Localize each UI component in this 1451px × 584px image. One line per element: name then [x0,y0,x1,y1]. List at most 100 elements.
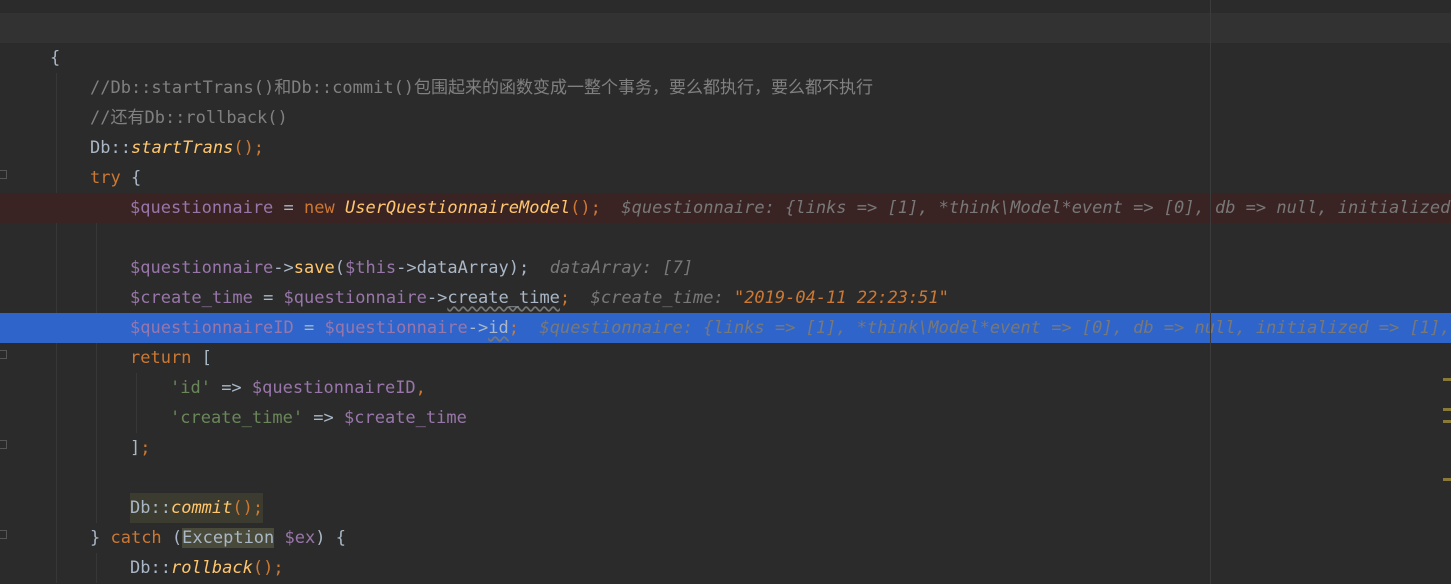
code-line[interactable]: $create_time = $questionnaire->create_ti… [0,283,1451,313]
code-line[interactable]: 'create_time' => $create_time [0,403,1451,433]
code-line-execution-point[interactable]: $questionnaireID = $questionnaire->id; $… [0,313,1451,343]
indent-guide [56,433,57,463]
variable: $this [344,258,397,278]
keyword: return [130,348,192,368]
variable: $create_time [344,408,467,428]
indent-guide [96,403,97,433]
punctuation: ) { [315,528,346,548]
code-line[interactable] [0,223,1451,253]
variable: $ex [284,528,316,548]
indent-guide [96,463,97,493]
variable: $questionnaire [283,288,427,308]
indent-guide [56,373,57,403]
code-editor[interactable]: private function createQuestionnaire() {… [0,0,1451,584]
punctuation: } [90,528,111,548]
code-line[interactable]: { [0,43,1451,73]
static-method: commit [170,498,233,518]
indent-guide [56,463,57,493]
indent-guide [96,553,97,583]
punctuation: :: [150,498,171,518]
punctuation: ; [508,318,519,338]
debug-inline-value: $questionnaire: {links => [1], *think\Mo… [539,318,1451,338]
indent-guide [96,253,97,283]
punctuation: ; [140,438,151,458]
indent-guide [96,493,97,523]
indent-guide [96,283,97,313]
debug-inline-value: "2019-04-11 22:23:51" [733,288,949,308]
keyword: new [304,198,335,218]
keyword: catch [110,528,162,548]
indent-guide [56,103,57,133]
indent-guide [56,403,57,433]
debug-inline-value: $questionnaire: {links => [1], *think\Mo… [621,198,1451,218]
class-name: Db [130,558,151,578]
code-line[interactable] [0,463,1451,493]
punctuation: (); [570,198,601,218]
indent-guide [56,73,57,103]
code-line[interactable]: Db::startTrans(); [0,133,1451,163]
variable: $questionnaireID [130,318,294,338]
variable: $questionnaire [130,198,274,218]
code-line[interactable]: return [ [0,343,1451,373]
variable: $questionnaire [324,318,468,338]
punctuation: :: [150,558,171,578]
code-line-breakpoint[interactable]: $questionnaire = new UserQuestionnaireMo… [0,193,1451,223]
punctuation: ( [161,528,183,548]
comment: //Db::startTrans()和Db::commit()包围起来的函数变成… [90,78,874,98]
comment: //还有Db::rollback() [90,108,288,128]
code-line[interactable]: Db::rollback(); [0,553,1451,583]
property: create_time [447,288,560,308]
punctuation: (); [233,138,265,158]
debug-inline-label: $create_time: [590,288,734,308]
code-line[interactable]: } catch (Exception $ex) { [0,523,1451,553]
indent-guide [136,373,137,403]
property: dataArray [416,258,509,278]
code-line[interactable]: //还有Db::rollback() [0,103,1451,133]
indent-guide [96,373,97,403]
code-line[interactable]: private function createQuestionnaire() [0,13,1451,43]
class-name: UserQuestionnaireModel [344,198,571,218]
indent-guide [56,523,57,553]
keyword: try [90,168,121,188]
indent-guide [96,223,97,253]
code-line[interactable]: ]; [0,433,1451,463]
static-method: startTrans [130,138,234,158]
operator: = [252,288,284,308]
operator: => [303,408,345,428]
punctuation: (); [252,558,284,578]
code-line[interactable]: Db::commit(); [0,493,1451,523]
indent-guide [136,403,137,433]
scrollbar-marker[interactable] [1443,408,1451,411]
indent-guide [56,343,57,373]
class-name: Db [90,138,111,158]
punctuation: , [415,378,426,398]
variable: $create_time [130,288,253,308]
code-line[interactable]: 'id' => $questionnaireID, [0,373,1451,403]
scrollbar-marker[interactable] [1443,478,1451,481]
operator: -> [396,258,417,278]
code-line[interactable]: $questionnaire->save($this->dataArray); … [0,253,1451,283]
operator: = [293,318,325,338]
code-line[interactable]: //Db::startTrans()和Db::commit()包围起来的函数变成… [0,73,1451,103]
indent-guide [56,223,57,253]
operator: -> [467,318,489,338]
operator: -> [426,288,448,308]
indent-guide [56,163,57,193]
code-line[interactable]: try { [0,163,1451,193]
indent-guide [56,493,57,523]
debug-inline-value: dataArray: [7] [549,258,694,278]
scrollbar-marker[interactable] [1443,378,1451,381]
punctuation: ] [130,438,141,458]
punctuation: { [120,168,142,188]
variable: $questionnaireID [251,378,416,398]
operator: => [210,378,252,398]
indent-guide [56,253,57,283]
variable: $questionnaire [130,258,274,278]
property: id [488,318,509,338]
punctuation: ( [334,258,345,278]
punctuation: [ [191,348,212,368]
punctuation: :: [110,138,131,158]
static-method: rollback [170,558,253,578]
scrollbar-marker[interactable] [1443,420,1451,423]
indent-guide [56,133,57,163]
